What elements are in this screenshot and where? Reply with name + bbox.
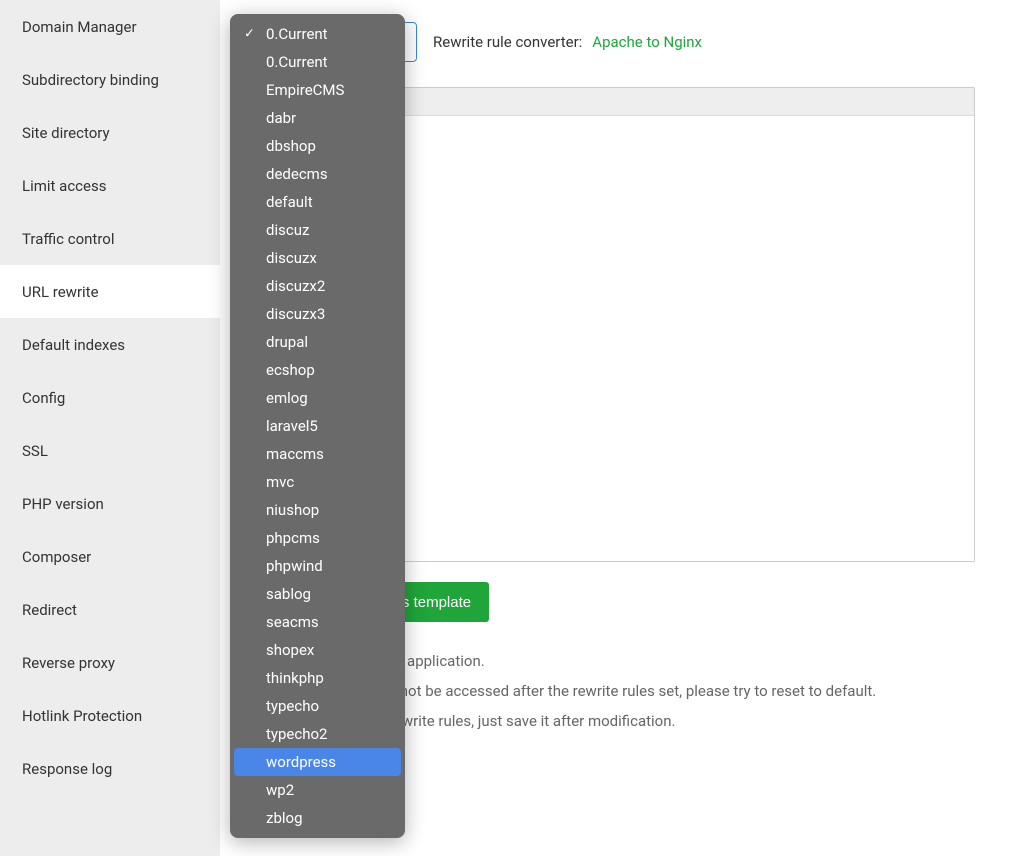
dropdown-option-label: phpcms <box>266 529 320 547</box>
dropdown-option[interactable]: dedecms <box>234 160 401 188</box>
dropdown-option[interactable]: phpwind <box>234 552 401 580</box>
dropdown-option-label: zblog <box>266 809 303 827</box>
dropdown-option[interactable]: wordpress <box>234 748 401 776</box>
dropdown-option[interactable]: shopex <box>234 636 401 664</box>
sidebar-item-php-version[interactable]: PHP version <box>0 477 220 530</box>
dropdown-option-label: laravel5 <box>266 417 318 435</box>
dropdown-option[interactable]: sablog <box>234 580 401 608</box>
sidebar-item-composer[interactable]: Composer <box>0 530 220 583</box>
dropdown-option-label: 0.Current <box>266 25 328 43</box>
template-dropdown[interactable]: ✓ 0.Current 0.Current EmpireCMS dabr dbshop de… <box>230 14 405 838</box>
dropdown-option-label: ecshop <box>266 361 315 379</box>
dropdown-option[interactable]: emlog <box>234 384 401 412</box>
dropdown-option[interactable]: typecho2 <box>234 720 401 748</box>
dropdown-option[interactable]: discuzx <box>234 244 401 272</box>
dropdown-option[interactable]: laravel5 <box>234 412 401 440</box>
dropdown-option-label: wp2 <box>266 781 294 799</box>
dropdown-option[interactable]: niushop <box>234 496 401 524</box>
sidebar-item-url-rewrite[interactable]: URL rewrite <box>0 265 220 318</box>
dropdown-option-label: typecho2 <box>266 725 327 743</box>
sidebar: Domain Manager Subdirectory binding Site… <box>0 0 220 856</box>
dropdown-option[interactable]: discuzx2 <box>234 272 401 300</box>
dropdown-option[interactable]: seacms <box>234 608 401 636</box>
dropdown-option-label: dabr <box>266 109 296 127</box>
dropdown-option[interactable]: ecshop <box>234 356 401 384</box>
dropdown-option-label: discuzx2 <box>266 277 325 295</box>
dropdown-option[interactable]: mvc <box>234 468 401 496</box>
dropdown-option-label: EmpireCMS <box>266 81 344 99</box>
dropdown-option-label: thinkphp <box>266 669 324 687</box>
dropdown-option-label: dbshop <box>266 137 316 155</box>
dropdown-option[interactable]: discuzx3 <box>234 300 401 328</box>
sidebar-item-redirect[interactable]: Redirect <box>0 583 220 636</box>
dropdown-option-label: maccms <box>266 445 324 463</box>
dropdown-option[interactable]: typecho <box>234 692 401 720</box>
dropdown-option-label: sablog <box>266 585 311 603</box>
converter-label: Rewrite rule converter: <box>433 33 582 51</box>
sidebar-item-hotlink-protection[interactable]: Hotlink Protection <box>0 689 220 742</box>
dropdown-option-label: 0.Current <box>266 53 328 71</box>
sidebar-item-site-directory[interactable]: Site directory <box>0 106 220 159</box>
dropdown-option-label: phpwind <box>266 557 323 575</box>
sidebar-item-default-indexes[interactable]: Default indexes <box>0 318 220 371</box>
dropdown-option[interactable]: drupal <box>234 328 401 356</box>
dropdown-option-label: discuz <box>266 221 309 239</box>
dropdown-option-label: mvc <box>266 473 294 491</box>
dropdown-option[interactable]: EmpireCMS <box>234 76 401 104</box>
sidebar-item-reverse-proxy[interactable]: Reverse proxy <box>0 636 220 689</box>
dropdown-option[interactable]: dbshop <box>234 132 401 160</box>
dropdown-option[interactable]: default <box>234 188 401 216</box>
sidebar-item-limit-access[interactable]: Limit access <box>0 159 220 212</box>
dropdown-option[interactable]: thinkphp <box>234 664 401 692</box>
sidebar-item-subdirectory-binding[interactable]: Subdirectory binding <box>0 53 220 106</box>
dropdown-option[interactable]: ✓ 0.Current <box>234 20 401 48</box>
dropdown-option-label: typecho <box>266 697 319 715</box>
apache-to-nginx-link[interactable]: Apache to Nginx <box>592 33 702 51</box>
sidebar-item-config[interactable]: Config <box>0 371 220 424</box>
sidebar-item-traffic-control[interactable]: Traffic control <box>0 212 220 265</box>
dropdown-option-label: discuzx3 <box>266 305 325 323</box>
dropdown-option-label: emlog <box>266 389 308 407</box>
dropdown-option-label: shopex <box>266 641 314 659</box>
dropdown-option[interactable]: phpcms <box>234 524 401 552</box>
dropdown-option-label: wordpress <box>266 753 336 771</box>
dropdown-option[interactable]: maccms <box>234 440 401 468</box>
dropdown-option-label: discuzx <box>266 249 317 267</box>
sidebar-item-domain-manager[interactable]: Domain Manager <box>0 0 220 53</box>
dropdown-option-label: dedecms <box>266 165 328 183</box>
dropdown-option-label: drupal <box>266 333 308 351</box>
dropdown-option[interactable]: wp2 <box>234 776 401 804</box>
dropdown-option-label: niushop <box>266 501 319 519</box>
dropdown-option[interactable]: discuz <box>234 216 401 244</box>
dropdown-option[interactable]: dabr <box>234 104 401 132</box>
check-icon: ✓ <box>244 27 255 42</box>
dropdown-option[interactable]: 0.Current <box>234 48 401 76</box>
dropdown-option-label: default <box>266 193 313 211</box>
sidebar-item-response-log[interactable]: Response log <box>0 742 220 795</box>
sidebar-item-ssl[interactable]: SSL <box>0 424 220 477</box>
dropdown-option[interactable]: zblog <box>234 804 401 832</box>
dropdown-option-label: seacms <box>266 613 319 631</box>
